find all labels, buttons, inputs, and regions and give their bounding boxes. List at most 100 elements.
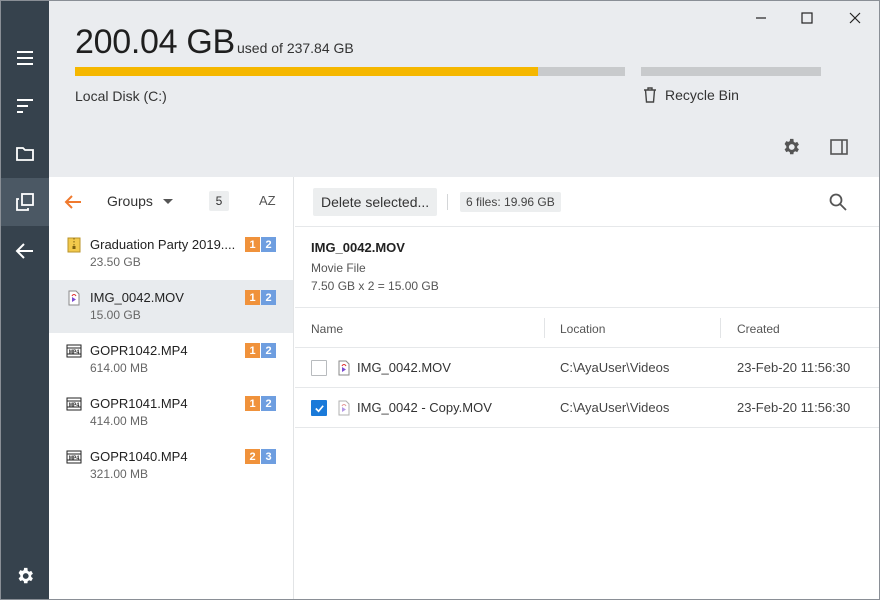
toolbar-divider bbox=[447, 194, 448, 210]
column-divider[interactable] bbox=[544, 318, 545, 338]
copy-count-badges: 1 2 bbox=[245, 237, 276, 252]
disk-label: Local Disk (C:) bbox=[75, 88, 167, 104]
minimize-icon bbox=[756, 17, 766, 19]
chevron-down-icon bbox=[162, 198, 173, 204]
nav-rail bbox=[1, 1, 49, 599]
badge-copies: 2 bbox=[261, 396, 276, 411]
badge-original: 1 bbox=[245, 290, 260, 305]
badge-copies: 2 bbox=[261, 343, 276, 358]
close-button[interactable] bbox=[833, 5, 877, 31]
svg-text:MP4: MP4 bbox=[69, 350, 80, 356]
sort-az-button[interactable]: AZ bbox=[259, 193, 276, 208]
sort-button[interactable] bbox=[1, 82, 49, 130]
list-item-size: 614.00 MB bbox=[90, 361, 149, 375]
list-item-size: 23.50 GB bbox=[90, 255, 141, 269]
column-header-name[interactable]: Name bbox=[311, 322, 343, 336]
menu-button[interactable] bbox=[1, 34, 49, 82]
badge-original: 1 bbox=[245, 237, 260, 252]
row-checkbox[interactable] bbox=[311, 360, 327, 376]
delete-selected-button[interactable]: Delete selected... bbox=[313, 188, 438, 216]
list-item[interactable]: MP4 GOPR1042.MP4 614.00 MB 1 2 bbox=[49, 333, 293, 386]
close-icon bbox=[849, 12, 861, 24]
folder-button[interactable] bbox=[1, 130, 49, 178]
disk-usage-bar-fill bbox=[75, 67, 538, 76]
recycle-bin-button[interactable]: Recycle Bin bbox=[641, 86, 739, 104]
duplicates-button[interactable] bbox=[1, 178, 49, 226]
total-space-label: used of 237.84 GB bbox=[237, 40, 354, 56]
settings-button[interactable] bbox=[779, 135, 803, 159]
checkmark-icon bbox=[314, 404, 324, 412]
column-divider[interactable] bbox=[720, 318, 721, 338]
row-created: 23-Feb-20 11:56:30 bbox=[737, 400, 851, 415]
column-header-created[interactable]: Created bbox=[737, 322, 780, 336]
back-icon bbox=[15, 243, 33, 259]
list-item[interactable]: IMG_0042.MOV 15.00 GB 1 2 bbox=[49, 280, 293, 333]
copy-count-badges: 1 2 bbox=[245, 343, 276, 358]
zip-icon bbox=[67, 237, 81, 253]
minimize-button[interactable] bbox=[739, 5, 783, 31]
file-detail-pane: Delete selected... 6 files: 19.96 GB IMG… bbox=[295, 177, 879, 599]
video-file-icon bbox=[338, 400, 350, 416]
badge-original: 1 bbox=[245, 396, 260, 411]
badge-copies: 2 bbox=[261, 237, 276, 252]
list-item[interactable]: MP4 GOPR1041.MP4 414.00 MB 1 2 bbox=[49, 386, 293, 439]
disk-usage-bar bbox=[75, 67, 625, 76]
list-item-name: GOPR1042.MP4 bbox=[90, 343, 188, 358]
list-item-name: Graduation Party 2019.... bbox=[90, 237, 236, 252]
row-file-name: IMG_0042 - Copy.MOV bbox=[357, 400, 492, 415]
table-row[interactable]: IMG_0042 - Copy.MOV C:\AyaUser\Videos 23… bbox=[295, 388, 879, 428]
maximize-icon bbox=[801, 12, 813, 24]
toggle-panel-button[interactable] bbox=[827, 135, 851, 159]
sort-az-label: AZ bbox=[259, 193, 276, 208]
copy-count-badges: 1 2 bbox=[245, 290, 276, 305]
list-item[interactable]: MP4 GOPR1040.MP4 321.00 MB 2 3 bbox=[49, 439, 293, 492]
video-file-icon bbox=[68, 290, 80, 306]
trash-icon bbox=[644, 87, 656, 103]
column-header-location[interactable]: Location bbox=[560, 322, 605, 336]
groups-label: Groups bbox=[107, 193, 153, 209]
mp4-file-icon: MP4 bbox=[66, 450, 82, 464]
back-nav-button[interactable] bbox=[1, 227, 49, 275]
menu-icon bbox=[17, 51, 33, 65]
mp4-file-icon: MP4 bbox=[66, 344, 82, 358]
groups-list-pane: Groups 5 AZ Graduation Party 2019.... 23… bbox=[49, 177, 294, 599]
badge-original: 2 bbox=[245, 449, 260, 464]
file-info-panel: IMG_0042.MOV Movie File 7.50 GB x 2 = 15… bbox=[295, 227, 879, 308]
row-file-name: IMG_0042.MOV bbox=[357, 360, 451, 375]
badge-copies: 3 bbox=[261, 449, 276, 464]
recycle-bin-bar bbox=[641, 67, 821, 76]
duplicates-icon bbox=[16, 193, 34, 211]
folder-icon bbox=[16, 147, 34, 161]
file-info-type: Movie File bbox=[311, 261, 366, 275]
svg-text:MP4: MP4 bbox=[69, 403, 80, 409]
video-file-icon bbox=[338, 360, 350, 376]
disk-usage-header: 200.04 GB used of 237.84 GB Local Disk (… bbox=[49, 1, 879, 177]
settings-nav-button[interactable] bbox=[1, 552, 49, 599]
used-space-value: 200.04 GB bbox=[75, 23, 235, 61]
search-icon[interactable] bbox=[829, 193, 847, 211]
sort-icon bbox=[17, 99, 33, 113]
copy-count-badges: 1 2 bbox=[245, 396, 276, 411]
row-location: C:\AyaUser\Videos bbox=[560, 360, 670, 375]
copy-count-badges: 2 3 bbox=[245, 449, 276, 464]
files-table-header: Name Location Created bbox=[295, 308, 879, 348]
back-arrow-icon[interactable] bbox=[63, 192, 83, 212]
groups-dropdown[interactable]: Groups bbox=[107, 193, 173, 209]
list-item-size: 15.00 GB bbox=[90, 308, 141, 322]
file-info-name: IMG_0042.MOV bbox=[311, 240, 405, 255]
file-info-size: 7.50 GB x 2 = 15.00 GB bbox=[311, 279, 439, 293]
list-item-name: GOPR1041.MP4 bbox=[90, 396, 188, 411]
list-item[interactable]: Graduation Party 2019.... 23.50 GB 1 2 bbox=[49, 227, 293, 280]
row-created: 23-Feb-20 11:56:30 bbox=[737, 360, 851, 375]
badge-copies: 2 bbox=[261, 290, 276, 305]
files-summary-badge: 6 files: 19.96 GB bbox=[460, 192, 561, 212]
groups-toolbar: Groups 5 AZ bbox=[49, 177, 294, 227]
detail-toolbar: Delete selected... 6 files: 19.96 GB bbox=[295, 177, 879, 227]
mp4-file-icon: MP4 bbox=[66, 397, 82, 411]
svg-text:MP4: MP4 bbox=[69, 456, 80, 462]
table-row[interactable]: IMG_0042.MOV C:\AyaUser\Videos 23-Feb-20… bbox=[295, 348, 879, 388]
maximize-button[interactable] bbox=[785, 5, 829, 31]
row-checkbox[interactable] bbox=[311, 400, 327, 416]
gear-icon bbox=[784, 138, 799, 155]
group-count-badge: 5 bbox=[209, 191, 229, 211]
